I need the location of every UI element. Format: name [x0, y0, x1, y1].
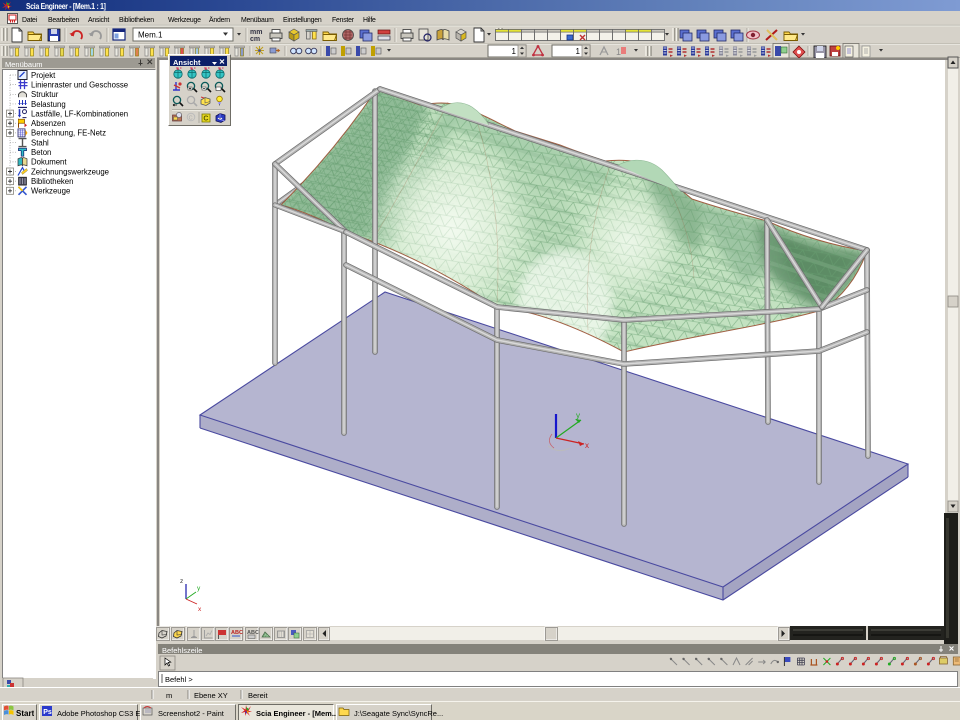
svg-text:ABC: ABC: [231, 630, 243, 636]
svg-text:Ps: Ps: [43, 709, 52, 716]
svg-text:C: C: [203, 116, 208, 123]
svg-text:C: C: [189, 115, 193, 121]
